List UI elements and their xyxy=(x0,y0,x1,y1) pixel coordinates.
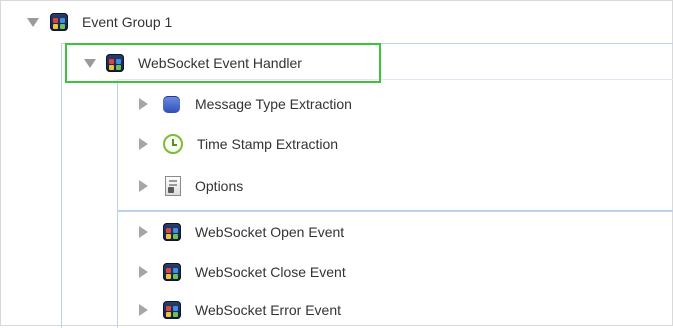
tree-item-label: Time Stamp Extraction xyxy=(197,136,339,152)
collapse-triangle-icon[interactable] xyxy=(139,98,148,110)
collapse-triangle-icon[interactable] xyxy=(139,138,148,150)
expand-triangle-icon[interactable] xyxy=(27,17,39,27)
tree-item-label: WebSocket Event Handler xyxy=(138,55,302,71)
tree-row-websocket-close-event[interactable]: WebSocket Close Event xyxy=(117,255,672,289)
app-icon xyxy=(163,263,181,281)
tree-item-label: Options xyxy=(195,178,244,194)
expand-triangle-icon[interactable] xyxy=(84,58,96,68)
tree-row-message-type-extraction[interactable]: Message Type Extraction xyxy=(117,87,672,121)
collapse-triangle-icon[interactable] xyxy=(139,304,148,316)
tree-view: Event Group 1 WebSocket Event Handler Me… xyxy=(0,0,673,328)
tree-row-event-group-1[interactable]: Event Group 1 xyxy=(1,5,672,39)
tree-row-time-stamp-extraction[interactable]: Time Stamp Extraction xyxy=(117,127,672,161)
tree-item-label: WebSocket Close Event xyxy=(195,264,346,280)
tree-item-label: WebSocket Open Event xyxy=(195,224,345,240)
tree-item-label: Event Group 1 xyxy=(82,14,173,30)
tree-row-websocket-event-handler[interactable]: WebSocket Event Handler xyxy=(67,46,379,80)
tree-item-label: WebSocket Error Event xyxy=(195,302,342,318)
app-icon xyxy=(106,54,124,72)
collapse-triangle-icon[interactable] xyxy=(139,226,148,238)
tree-row-options[interactable]: Options xyxy=(117,169,672,203)
options-doc-icon xyxy=(165,176,181,196)
blue-square-icon xyxy=(163,95,180,113)
app-icon xyxy=(163,301,181,319)
app-icon xyxy=(50,13,68,31)
clock-icon xyxy=(163,134,183,154)
tree-row-websocket-open-event[interactable]: WebSocket Open Event xyxy=(117,215,672,249)
collapse-triangle-icon[interactable] xyxy=(139,266,148,278)
app-icon xyxy=(163,223,181,241)
tree-item-label: Message Type Extraction xyxy=(195,96,352,112)
tree-row-websocket-error-event[interactable]: WebSocket Error Event xyxy=(117,293,672,327)
collapse-triangle-icon[interactable] xyxy=(139,180,148,192)
